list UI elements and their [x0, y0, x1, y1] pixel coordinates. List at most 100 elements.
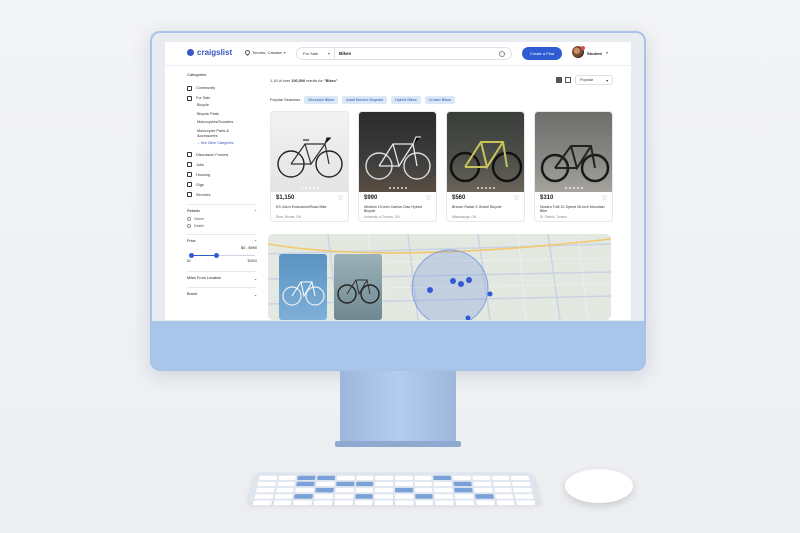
listing-photo[interactable]	[359, 112, 436, 192]
search-input[interactable]: Bikes	[335, 51, 499, 56]
keyboard-key	[275, 487, 295, 493]
sort-select[interactable]: Popular ▾	[575, 75, 613, 85]
user-name[interactable]: Student	[587, 51, 602, 56]
price-filter-header[interactable]: Price ⌃	[187, 233, 257, 246]
sidebar-item-label: For Sale	[196, 96, 211, 100]
heart-icon[interactable]: ♡	[426, 195, 431, 202]
heart-icon[interactable]: ♡	[514, 195, 519, 202]
map-listing-card[interactable]	[279, 254, 327, 320]
sidebar-item-services[interactable]: Services	[187, 190, 257, 200]
chevron-down-icon[interactable]: ▾	[606, 50, 608, 55]
listing-title[interactable]: Novara Tutti 12-Speed 26-inch Mountain B…	[540, 205, 610, 213]
photo-pagination[interactable]	[271, 187, 348, 189]
subcategory-bicycle-parts[interactable]: Bicycle Parts	[187, 112, 257, 121]
keyboard-key	[294, 494, 314, 499]
listing-card[interactable]: $990 ♡ Medium 19-inch Carbon Disc Hybrid…	[358, 111, 437, 222]
sort-value: Popular	[580, 78, 594, 82]
sidebar-item-community[interactable]: Community	[187, 83, 257, 93]
sidebar-item-label: Services	[196, 192, 211, 197]
listing-title[interactable]: Brecon Radar X Gravel Bicycle	[452, 205, 522, 209]
chip-adult-electric-bicycles[interactable]: Adult Electric Bicycles	[342, 96, 388, 104]
retailer-filter-header[interactable]: Retailer ⌃	[187, 203, 257, 216]
keyboard-key	[414, 494, 434, 499]
chevron-down-icon: ▾	[283, 50, 286, 55]
listing-photo[interactable]	[271, 112, 348, 192]
keyboard-key	[394, 475, 413, 481]
photo-pagination[interactable]	[447, 187, 524, 189]
subcategory-bicycle[interactable]: Bicycle	[187, 103, 257, 112]
heart-icon[interactable]: ♡	[602, 195, 607, 202]
listing-title[interactable]: KS 44cm Endurance/Road Bike	[276, 205, 346, 209]
sidebar-item-discussion-forums[interactable]: Discussion Forums	[187, 150, 257, 160]
price-slider[interactable]	[189, 253, 255, 259]
brand-filter-header[interactable]: Brand ⌄	[187, 286, 257, 299]
keyboard-key	[313, 500, 333, 506]
map-view[interactable]	[268, 234, 611, 320]
listing-card[interactable]: $560 ♡ Brecon Radar X Gravel Bicycle Mis…	[446, 111, 525, 222]
retailer-option-owner[interactable]: Owner	[187, 216, 257, 223]
keyboard-key	[254, 494, 274, 499]
keyboard-key	[493, 487, 513, 493]
keyboard-key	[297, 475, 316, 481]
keyboard-key	[355, 481, 374, 487]
keyboard-key	[252, 500, 272, 506]
monitor-bezel: craigslist Toronto, Canada ▾ For Sale ▾ …	[152, 33, 644, 321]
keyboard-key	[317, 475, 336, 481]
listing-title[interactable]: Medium 19-inch Carbon Disc Hybrid Bicycl…	[364, 205, 434, 213]
listing-card[interactable]: $310 ♡ Novara Tutti 12-Speed 26-inch Mou…	[534, 111, 613, 222]
location-selector[interactable]: Toronto, Canada ▾	[243, 48, 286, 57]
option-label: Owner	[194, 217, 204, 221]
keyboard-key	[414, 481, 433, 487]
listing-card[interactable]: $1,150 ♡ KS 44cm Endurance/Road Bike Blo…	[270, 111, 349, 222]
logo[interactable]: craigslist	[187, 48, 232, 57]
keyboard-key	[513, 487, 533, 493]
sidebar-item-gigs[interactable]: Gigs	[187, 180, 257, 190]
sidebar-item-for-sale[interactable]: For Sale	[187, 93, 257, 103]
subcategory-motorcycles[interactable]: Motorcycles/Scooters	[187, 120, 257, 129]
slider-min-handle[interactable]	[189, 253, 194, 258]
list-view-icon[interactable]	[565, 77, 571, 83]
category-select[interactable]: For Sale ▾	[297, 48, 335, 59]
keyboard-key	[276, 481, 296, 487]
see-other-label: See Other Categories	[200, 140, 234, 145]
listing-photo[interactable]	[535, 112, 612, 192]
retailer-option-dealer[interactable]: Dealer	[187, 223, 257, 230]
keyboard-key	[315, 487, 334, 493]
keyboard-key	[414, 487, 433, 493]
keyboard-key	[274, 494, 294, 499]
sidebar-item-jobs[interactable]: Jobs	[187, 160, 257, 170]
listing-location: Bloor, Bronte, ON	[276, 215, 301, 219]
peace-logo-icon	[187, 49, 194, 56]
keyboard	[248, 472, 540, 506]
keyboard-key	[293, 500, 313, 506]
bicycle-image	[365, 136, 431, 180]
chip-mountain-bikes[interactable]: Mountain Bikes	[304, 96, 339, 104]
photo-pagination[interactable]	[359, 187, 436, 189]
map-listing-card[interactable]	[334, 254, 382, 320]
keyboard-key	[454, 494, 474, 499]
keyboard-key	[336, 475, 355, 481]
sidebar-item-housing[interactable]: Housing	[187, 170, 257, 180]
miles-filter-header[interactable]: Miles From Location ⌄	[187, 270, 257, 283]
keyboard-key	[395, 500, 414, 506]
heart-icon[interactable]: ♡	[338, 195, 343, 202]
see-other-categories-link[interactable]: ⌄ See Other Categories	[187, 141, 257, 150]
keyboard-key	[492, 481, 512, 487]
chip-cruiser-bikes[interactable]: Cruiser Bikes	[424, 96, 456, 104]
keyboard-key	[495, 500, 516, 506]
bicycle-image	[540, 145, 610, 183]
retailer-label: Retailer	[187, 208, 201, 213]
create-post-button[interactable]: Create a Post	[522, 47, 562, 60]
chip-hybrid-bikes[interactable]: Hybrid Bikes	[391, 96, 421, 104]
keyboard-key	[296, 481, 315, 487]
photo-pagination[interactable]	[535, 187, 612, 189]
listing-photo[interactable]	[447, 112, 524, 192]
keyboard-key	[415, 500, 434, 506]
search-icon[interactable]	[499, 50, 505, 57]
subcategory-accessories[interactable]: Accessories	[187, 134, 257, 141]
radio-button[interactable]	[187, 224, 191, 228]
slider-max-handle[interactable]	[214, 253, 220, 258]
grid-view-icon[interactable]	[556, 77, 562, 83]
location-label: Toronto, Canada	[252, 50, 282, 55]
radio-button[interactable]	[187, 217, 191, 221]
